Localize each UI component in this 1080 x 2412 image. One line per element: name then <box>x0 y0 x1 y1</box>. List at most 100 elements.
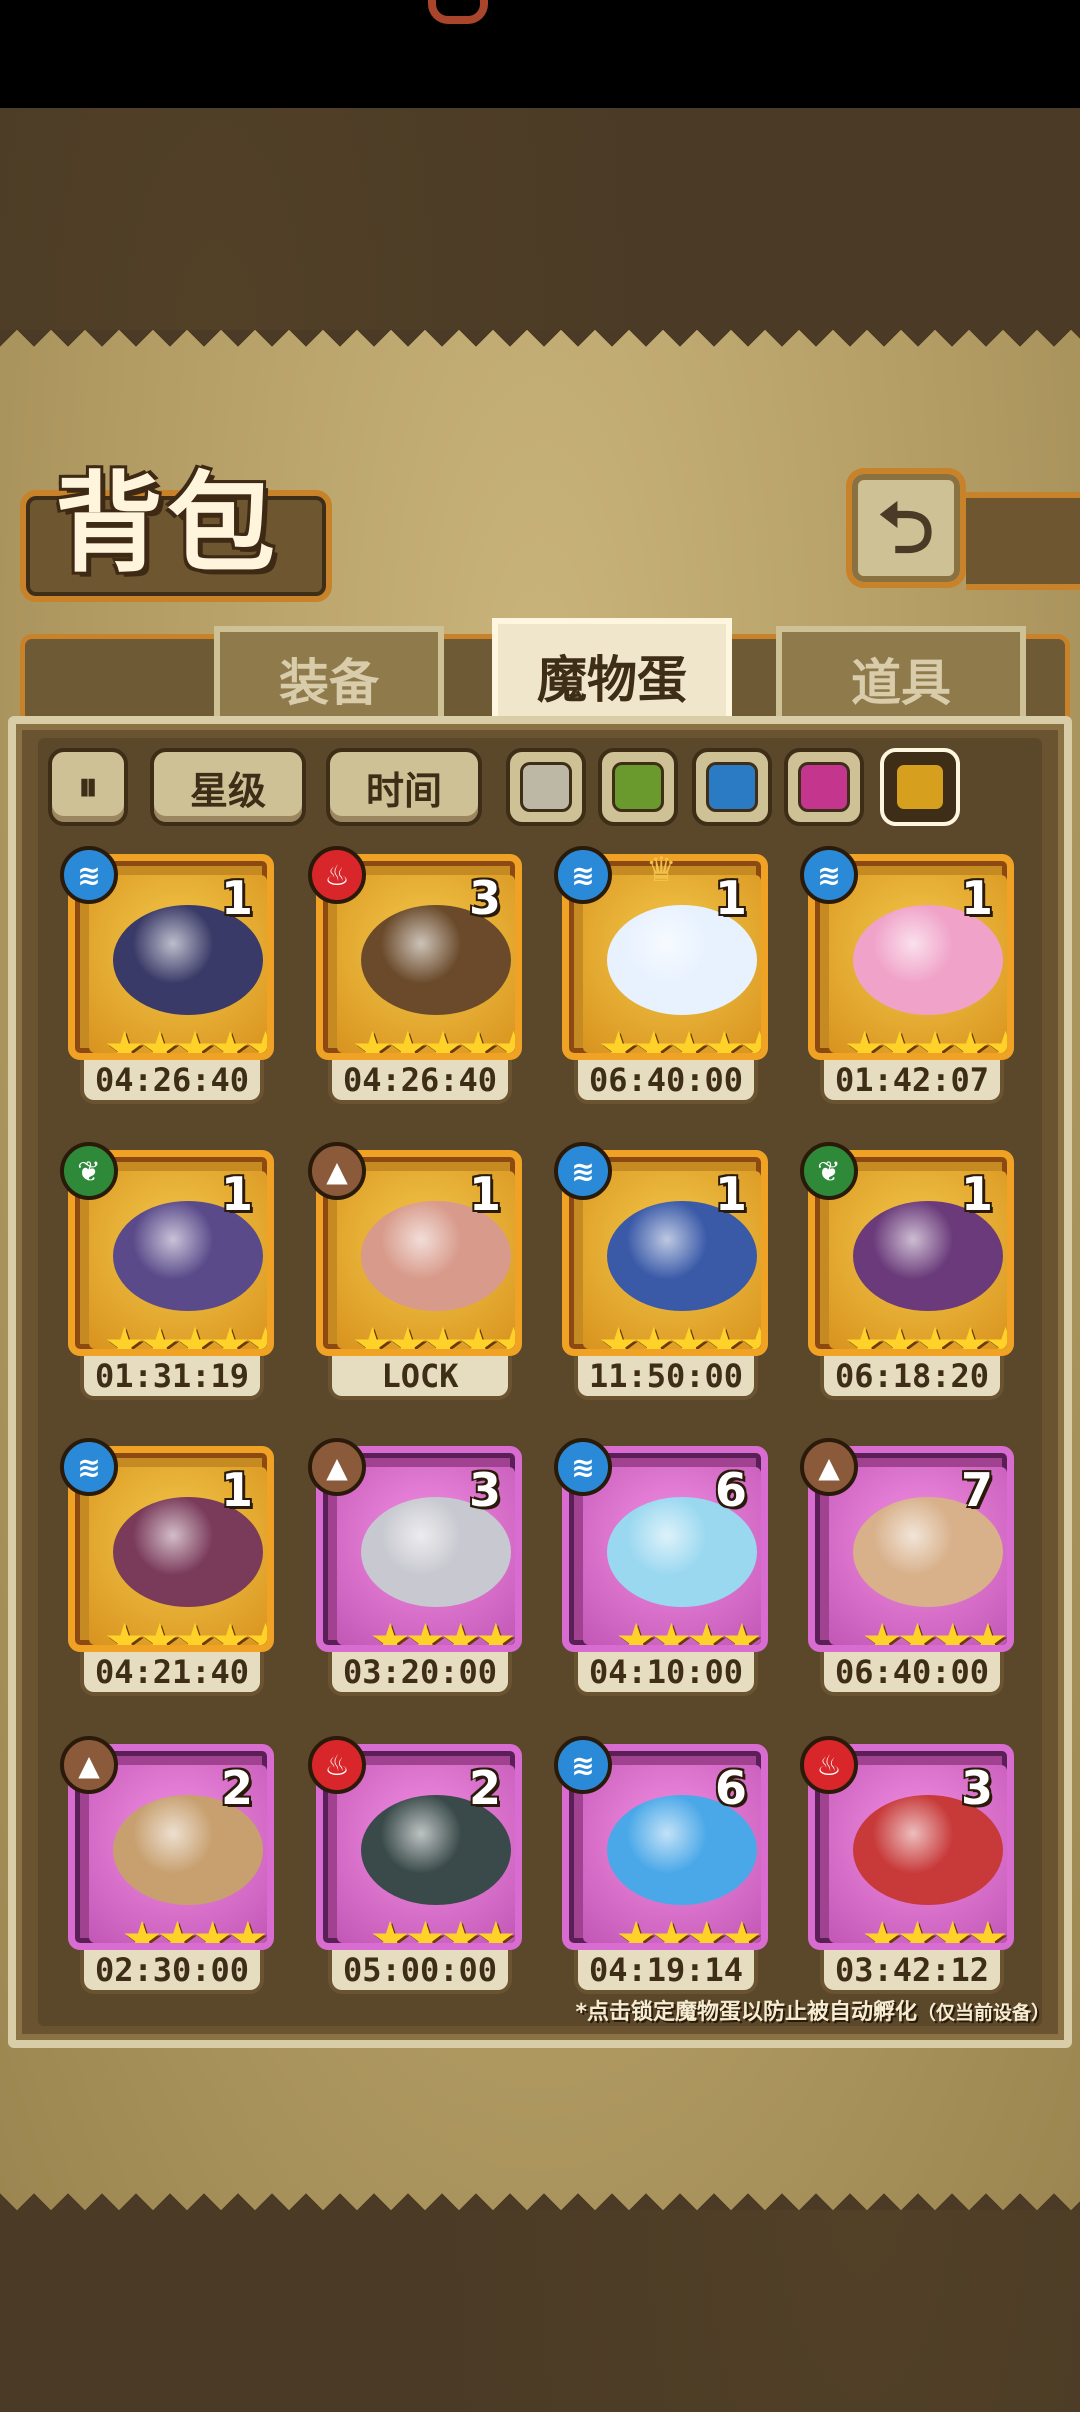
back-button[interactable]: ⮌ <box>846 468 966 588</box>
color-swatch-chip <box>520 762 572 812</box>
header-strip <box>966 492 1080 590</box>
tab-items[interactable]: 道具 <box>776 626 1026 726</box>
egg-count: 1 <box>220 1463 253 1517</box>
egg-card[interactable]: ★★★★★ 1 ≋ 04:26:40 <box>60 846 278 1114</box>
hatch-timer: 04:26:40 <box>328 1060 512 1104</box>
star-rating: ★★★★ <box>615 1613 761 1645</box>
hatch-timer: 04:10:00 <box>574 1652 758 1696</box>
egg-count: 2 <box>220 1761 253 1815</box>
grass-element-icon: ❦ <box>800 1142 858 1200</box>
hatch-timer: 06:40:00 <box>574 1060 758 1104</box>
tab-monster-eggs[interactable]: 魔物蛋 <box>492 618 732 728</box>
egg-card[interactable]: ★★★★★ 1 ≋ 04:21:40 <box>60 1438 278 1706</box>
back-arrow-icon: ⮌ <box>877 487 935 569</box>
hatch-timer: 04:21:40 <box>80 1652 264 1696</box>
tab-equipment[interactable]: 装备 <box>214 626 444 726</box>
star-rating: ★★★★★ <box>597 1317 761 1349</box>
hatch-timer: 02:30:00 <box>80 1950 264 1994</box>
star-rating: ★★★★★ <box>597 1021 761 1053</box>
zigzag-edge-top <box>0 330 1080 364</box>
color-filter-2[interactable] <box>692 748 772 826</box>
lock-hint-suffix: （仅当前设备） <box>916 2002 1050 2024</box>
page-title: 背包 <box>55 461 280 587</box>
fire-element-icon: ♨ <box>308 846 366 904</box>
star-rating: ★★★★★ <box>351 1317 515 1349</box>
color-filter-3[interactable] <box>784 748 864 826</box>
sort-by-star-button[interactable]: 星级 <box>150 748 306 826</box>
water-element-icon: ≋ <box>800 846 858 904</box>
hatch-timer: 01:42:07 <box>820 1060 1004 1104</box>
hatch-timer: 04:19:14 <box>574 1950 758 1994</box>
lock-hint-text: *点击锁定魔物蛋以防止被自动孵化（仅当前设备） <box>575 1994 1050 2026</box>
app-logo-icon <box>428 0 488 24</box>
egg-count: 3 <box>468 871 501 925</box>
hatch-timer: 11:50:00 <box>574 1356 758 1400</box>
zigzag-edge-bottom <box>0 2176 1080 2210</box>
color-filter-1[interactable] <box>598 748 678 826</box>
star-rating: ★★★★ <box>121 1911 267 1943</box>
crown-icon: ♛ <box>646 850 677 890</box>
hatch-timer: 03:42:12 <box>820 1950 1004 1994</box>
hatch-timer: 05:00:00 <box>328 1950 512 1994</box>
hatch-timer: 01:31:19 <box>80 1356 264 1400</box>
star-rating: ★★★★★ <box>103 1317 267 1349</box>
hatch-timer: 03:20:00 <box>328 1652 512 1696</box>
egg-count: 2 <box>468 1761 501 1815</box>
egg-count: 1 <box>960 1167 993 1221</box>
color-swatch-chip <box>706 762 758 812</box>
water-element-icon: ≋ <box>554 1736 612 1794</box>
hatch-timer: 06:40:00 <box>820 1652 1004 1696</box>
color-filter-0[interactable] <box>506 748 586 826</box>
egg-card[interactable]: ★★★★★ 1 ≋ 11:50:00 <box>554 1142 772 1410</box>
egg-count: 1 <box>714 871 747 925</box>
star-rating: ★★★★★ <box>103 1021 267 1053</box>
sort-order-button[interactable]: ⏸ <box>48 748 128 826</box>
egg-count: 1 <box>960 871 993 925</box>
earth-element-icon: ▲ <box>60 1736 118 1794</box>
egg-card[interactable]: ★★★★★ 1 ❦ 01:31:19 <box>60 1142 278 1410</box>
egg-card[interactable]: ★★★★★ 1 ≋ 06:40:00 ♛ <box>554 846 772 1114</box>
water-element-icon: ≋ <box>554 1142 612 1200</box>
egg-count: 3 <box>960 1761 993 1815</box>
star-rating: ★★★★★ <box>103 1613 267 1645</box>
sort-by-time-button[interactable]: 时间 <box>326 748 482 826</box>
grass-element-icon: ❦ <box>60 1142 118 1200</box>
egg-card[interactable]: ★★★★★ 3 ♨ 04:26:40 <box>308 846 526 1114</box>
earth-element-icon: ▲ <box>800 1438 858 1496</box>
fire-element-icon: ♨ <box>308 1736 366 1794</box>
egg-count: 6 <box>714 1463 747 1517</box>
egg-count: 1 <box>714 1167 747 1221</box>
egg-count: 1 <box>220 871 253 925</box>
water-element-icon: ≋ <box>60 1438 118 1496</box>
water-element-icon: ≋ <box>554 1438 612 1496</box>
egg-card[interactable]: ★★★★ 2 ♨ 05:00:00 <box>308 1736 526 2004</box>
star-rating: ★★★★ <box>369 1613 515 1645</box>
lock-hint-main: *点击锁定魔物蛋以防止被自动孵化 <box>575 2000 917 2025</box>
egg-card[interactable]: ★★★★ 7 ▲ 06:40:00 <box>800 1438 1018 1706</box>
water-element-icon: ≋ <box>60 846 118 904</box>
egg-card[interactable]: ★★★★★ 1 ≋ 01:42:07 <box>800 846 1018 1114</box>
egg-count: 1 <box>220 1167 253 1221</box>
egg-card[interactable]: ★★★★★ 1 ❦ 06:18:20 <box>800 1142 1018 1410</box>
color-swatch-chip <box>894 762 946 812</box>
star-rating: ★★★★ <box>861 1613 1007 1645</box>
egg-card[interactable]: ★★★★ 3 ▲ 03:20:00 <box>308 1438 526 1706</box>
color-filter-4[interactable] <box>880 748 960 826</box>
egg-count: 3 <box>468 1463 501 1517</box>
egg-count: 6 <box>714 1761 747 1815</box>
egg-card[interactable]: ★★★★★ 1 ▲ LOCK <box>308 1142 526 1410</box>
egg-count: 1 <box>468 1167 501 1221</box>
egg-count: 7 <box>960 1463 993 1517</box>
water-element-icon: ≋ <box>554 846 612 904</box>
color-swatch-chip <box>612 762 664 812</box>
sort-toggle-icon: ⏸ <box>78 764 98 810</box>
earth-element-icon: ▲ <box>308 1142 366 1200</box>
egg-card[interactable]: ★★★★ 2 ▲ 02:30:00 <box>60 1736 278 2004</box>
star-rating: ★★★★ <box>861 1911 1007 1943</box>
egg-card[interactable]: ★★★★ 6 ≋ 04:19:14 <box>554 1736 772 2004</box>
egg-card[interactable]: ★★★★ 3 ♨ 03:42:12 <box>800 1736 1018 2004</box>
color-swatch-chip <box>798 762 850 812</box>
status-bar <box>0 0 1080 108</box>
egg-card[interactable]: ★★★★ 6 ≋ 04:10:00 <box>554 1438 772 1706</box>
star-rating: ★★★★ <box>615 1911 761 1943</box>
